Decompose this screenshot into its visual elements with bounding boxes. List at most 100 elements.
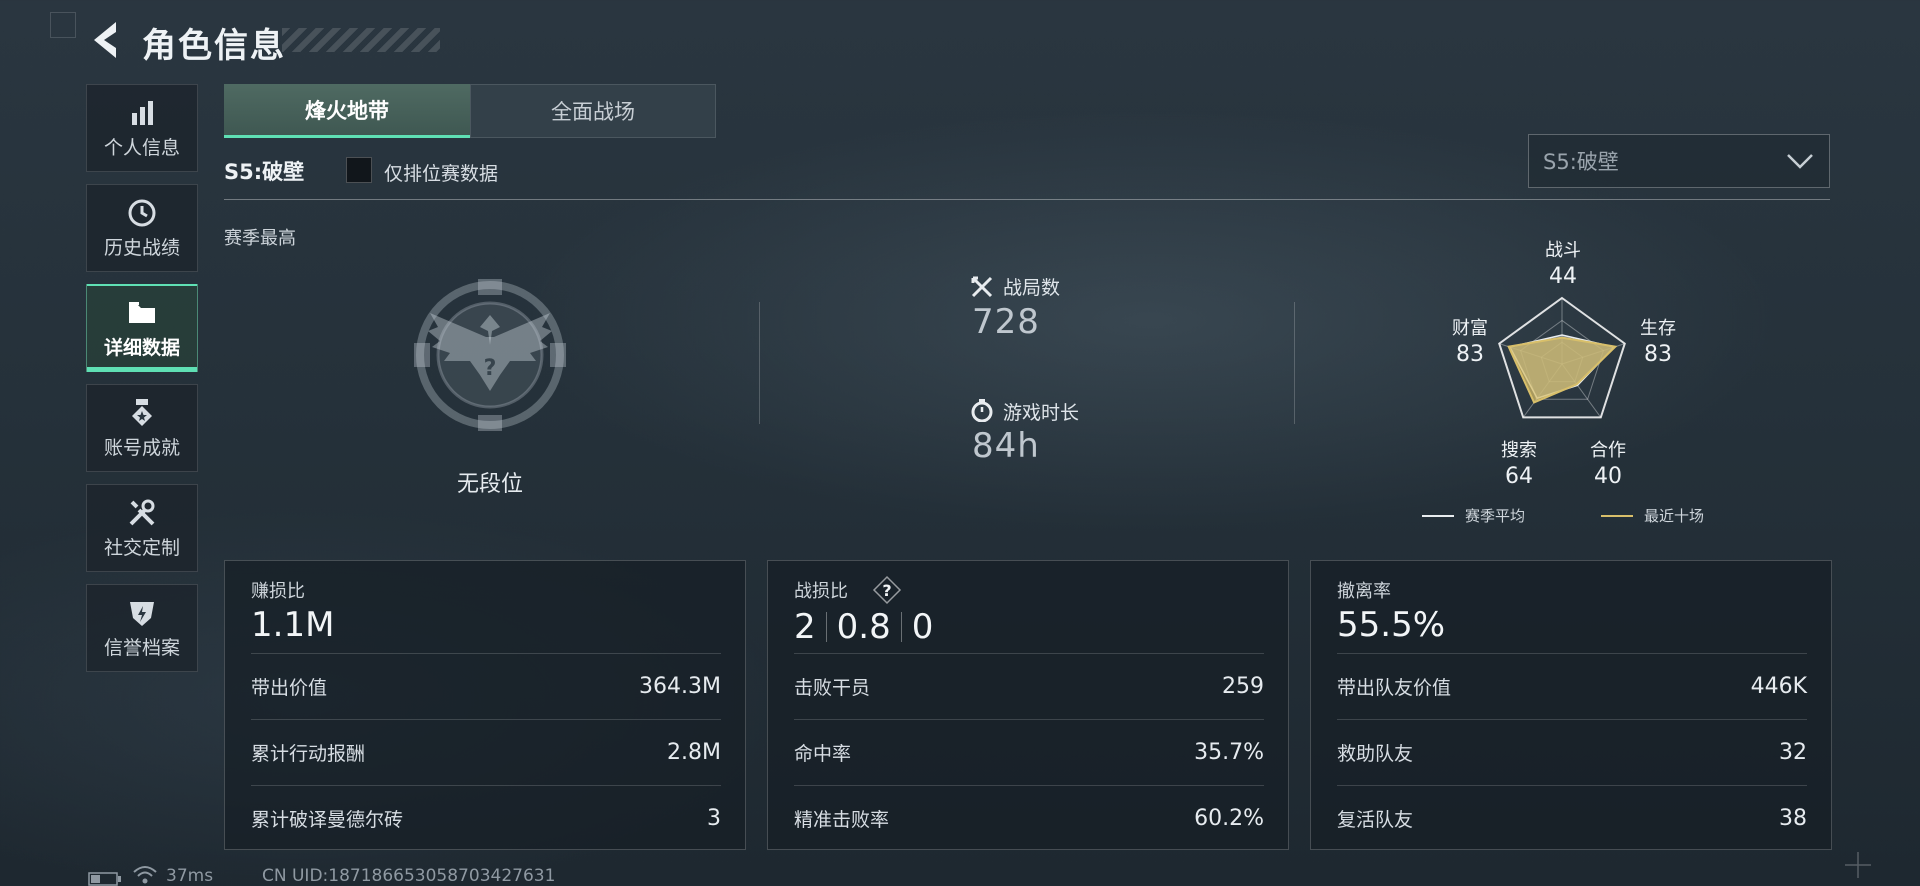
table-row: 命中率 35.7% — [794, 719, 1264, 785]
svg-text:?: ? — [882, 581, 891, 600]
sidebar-item-history[interactable]: 历史战绩 — [86, 184, 198, 272]
legend-label: 赛季平均 — [1465, 507, 1526, 525]
rank-emblem-icon: ? — [410, 275, 570, 435]
row-key: 带出队友价值 — [1337, 677, 1452, 699]
radar-axis-label: 财富 — [1452, 318, 1488, 339]
row-value: 446K — [1750, 674, 1807, 699]
svg-text:?: ? — [484, 356, 497, 381]
bar-chart-icon — [126, 97, 158, 129]
card-title: 战损比 — [794, 581, 848, 602]
page-title: 角色信息 — [142, 26, 286, 66]
row-value: 60.2% — [1194, 806, 1264, 831]
radar-axis-value: 40 — [1594, 464, 1622, 489]
history-clock-icon — [126, 197, 158, 229]
radar-axis-label: 生存 — [1640, 318, 1676, 339]
kd-card: 战损比 ? 2 0.8 0 击败干员 259 命中率 35.7% 精准击败率 6… — [767, 560, 1289, 850]
legend-swatch-recent-ten — [1601, 515, 1633, 517]
playtime-label: 游戏时长 — [1003, 402, 1080, 424]
radar-axis-label: 战斗 — [1545, 240, 1581, 261]
kd-value: 0 — [911, 607, 934, 647]
rank-label: 无段位 — [456, 472, 523, 497]
playtime-value: 84h — [972, 426, 1040, 466]
kd-value: 2 — [794, 607, 816, 647]
table-row: 累计破译曼德尔砖 3 — [251, 785, 721, 851]
row-key: 击败干员 — [794, 677, 871, 699]
row-value: 3 — [707, 806, 721, 831]
table-row: 复活队友 38 — [1337, 785, 1807, 851]
sidebar-item-detailed-data[interactable]: 详细数据 — [86, 284, 198, 372]
sidebar-item-label: 社交定制 — [103, 536, 180, 559]
row-key: 复活队友 — [1337, 809, 1414, 831]
tab-full-battlefield[interactable]: 全面战场 — [470, 84, 716, 138]
matches-label: 战局数 — [1003, 277, 1061, 299]
legend-label: 最近十场 — [1644, 507, 1705, 525]
sidebar-item-reputation[interactable]: 信誉档案 — [86, 584, 198, 672]
table-row: 救助队友 32 — [1337, 719, 1807, 785]
row-key: 带出价值 — [251, 677, 328, 699]
ranked-only-label: 仅排位赛数据 — [384, 163, 499, 185]
extract-rate-value: 55.5% — [1337, 605, 1446, 645]
chevron-down-icon — [1787, 154, 1813, 169]
tab-warzone[interactable]: 烽火地带 — [224, 84, 470, 138]
tools-icon — [126, 497, 158, 529]
table-row: 击败干员 259 — [794, 653, 1264, 719]
radar-axis-label: 合作 — [1590, 440, 1626, 461]
sidebar-item-achievements[interactable]: 账号成就 — [86, 384, 198, 472]
season-dropdown-value: S5:破壁 — [1543, 150, 1619, 174]
legend-swatch-season-avg — [1422, 515, 1454, 517]
ranked-only-checkbox[interactable] — [346, 157, 372, 183]
radar-axis-value: 64 — [1505, 464, 1533, 489]
row-key: 命中率 — [794, 743, 852, 765]
header-divider — [224, 199, 1830, 200]
table-row: 精准击败率 60.2% — [794, 785, 1264, 851]
card-title: 撤离率 — [1337, 581, 1391, 602]
row-value: 35.7% — [1194, 740, 1264, 765]
season-label: S5:破壁 — [224, 160, 305, 184]
row-key: 累计破译曼德尔砖 — [251, 809, 404, 831]
help-icon[interactable]: ? — [872, 575, 902, 605]
profit-ratio-value: 1.1M — [251, 605, 335, 645]
row-value: 38 — [1779, 806, 1807, 831]
row-value: 259 — [1222, 674, 1264, 699]
uid-text: CN UID:1871866530587034276​31 — [262, 866, 556, 886]
row-key: 救助队友 — [1337, 743, 1414, 765]
wifi-icon — [132, 864, 158, 886]
stopwatch-icon — [970, 398, 994, 423]
crossed-swords-icon — [970, 275, 994, 299]
shield-bolt-icon — [126, 597, 158, 629]
folder-icon — [126, 297, 158, 329]
title-decoration — [282, 28, 440, 52]
row-value: 364.3M — [639, 674, 721, 699]
row-value: 32 — [1779, 740, 1807, 765]
kd-separator — [825, 612, 827, 642]
radar-axis-value: 44 — [1549, 264, 1577, 289]
crosshair-icon — [1843, 850, 1873, 884]
kd-value: 0.8 — [836, 607, 891, 647]
back-arrow-icon — [94, 22, 116, 58]
kd-values: 2 0.8 0 — [794, 607, 933, 647]
matches-value: 728 — [972, 302, 1040, 342]
row-value: 2.8M — [667, 740, 721, 765]
medal-icon — [126, 397, 158, 429]
table-row: 带出价值 364.3M — [251, 653, 721, 719]
radar-series-recent-ten — [1507, 336, 1618, 404]
row-key: 精准击败率 — [794, 809, 890, 831]
kd-separator — [900, 612, 902, 642]
radar-axis-label: 搜索 — [1501, 440, 1537, 461]
row-key: 累计行动报酬 — [251, 743, 366, 765]
sidebar-item-label: 个人信息 — [103, 136, 180, 159]
corner-mark — [50, 12, 76, 38]
table-row: 累计行动报酬 2.8M — [251, 719, 721, 785]
season-dropdown[interactable]: S5:破壁 — [1528, 134, 1830, 188]
vertical-divider — [759, 302, 760, 424]
back-button[interactable] — [86, 18, 122, 62]
radar-chart — [1498, 296, 1626, 419]
table-row: 带出队友价值 446K — [1337, 653, 1807, 719]
sidebar-item-personal-info[interactable]: 个人信息 — [86, 84, 198, 172]
season-best-title: 赛季最高 — [224, 228, 296, 249]
sidebar-item-social-custom[interactable]: 社交定制 — [86, 484, 198, 572]
radar-axis-value: 83 — [1456, 342, 1484, 367]
sidebar-item-label: 详细数据 — [103, 336, 180, 359]
card-title: 赚损比 — [251, 581, 305, 602]
battery-icon — [88, 871, 122, 886]
